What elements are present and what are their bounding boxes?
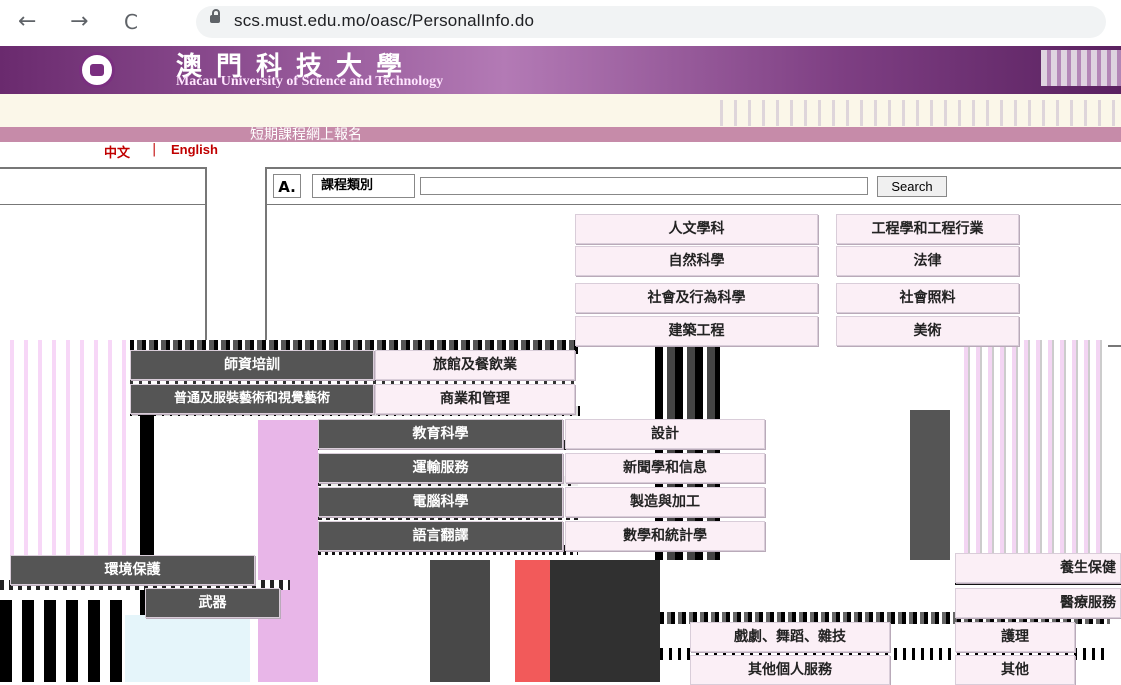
site-banner: 澳門科技大學 Macau University of Science and T…: [0, 46, 1121, 94]
course-category-input[interactable]: [420, 177, 868, 195]
section-label: A.: [273, 174, 301, 198]
banner-decoration: [1041, 50, 1121, 86]
search-button[interactable]: Search: [877, 176, 947, 197]
category-button[interactable]: 法律: [836, 246, 1019, 276]
category-button[interactable]: 電腦科學: [318, 487, 563, 517]
category-button[interactable]: 醫療服務: [955, 588, 1121, 618]
category-button[interactable]: 建築工程: [575, 316, 818, 346]
category-button[interactable]: 人文學科: [575, 214, 818, 244]
language-english-link[interactable]: English: [171, 142, 218, 157]
page-title: 短期課程網上報名: [250, 127, 362, 143]
address-bar[interactable]: scs.must.edu.mo/oasc/PersonalInfo.do: [196, 6, 1106, 38]
category-button[interactable]: 社會及行為科學: [575, 283, 818, 313]
category-button[interactable]: 數學和統計學: [565, 521, 765, 551]
category-button[interactable]: 師資培訓: [130, 350, 374, 380]
category-button[interactable]: 環境保護: [10, 555, 255, 585]
category-button[interactable]: 自然科學: [575, 246, 818, 276]
category-button[interactable]: 社會照料: [836, 283, 1019, 313]
university-logo: [79, 52, 115, 88]
university-name-english: Macau University of Science and Technolo…: [176, 74, 444, 89]
category-button[interactable]: 美術: [836, 316, 1019, 346]
language-separator: |: [152, 142, 157, 157]
category-button[interactable]: 普通及服裝藝術和視覺藝術: [130, 384, 374, 414]
title-bar: [0, 127, 1121, 142]
category-button[interactable]: 工程學和工程行業: [836, 214, 1019, 244]
category-button[interactable]: 製造與加工: [565, 487, 765, 517]
category-button[interactable]: 語言翻譯: [318, 521, 563, 551]
category-button[interactable]: 護理: [955, 622, 1075, 652]
category-button[interactable]: 其他個人服務: [690, 655, 890, 685]
category-button[interactable]: 旅館及餐飲業: [375, 350, 575, 380]
language-chinese-link[interactable]: 中文: [104, 142, 130, 161]
browser-toolbar: ← → C scs.must.edu.mo/oasc/PersonalInfo.…: [0, 0, 1121, 47]
course-category-label: 課程類別: [312, 174, 415, 198]
left-panel: [0, 167, 207, 347]
category-button[interactable]: 新聞學和信息: [565, 453, 765, 483]
category-button[interactable]: 商業和管理: [375, 384, 575, 414]
back-arrow-icon[interactable]: ←: [18, 9, 36, 35]
forward-arrow-icon[interactable]: →: [70, 9, 88, 35]
category-button[interactable]: 設計: [565, 419, 765, 449]
category-button[interactable]: 戲劇、舞蹈、雜技: [690, 622, 890, 652]
category-button[interactable]: 武器: [145, 588, 280, 618]
category-button[interactable]: 教育科學: [318, 419, 563, 449]
lock-icon[interactable]: [210, 9, 220, 23]
category-button[interactable]: 其他: [955, 655, 1075, 685]
url-text[interactable]: scs.must.edu.mo/oasc/PersonalInfo.do: [234, 11, 534, 31]
category-button[interactable]: 運輸服務: [318, 453, 563, 483]
category-button[interactable]: 養生保健: [955, 553, 1121, 583]
reload-icon[interactable]: C: [124, 9, 138, 35]
banner-pattern: [720, 100, 1120, 126]
